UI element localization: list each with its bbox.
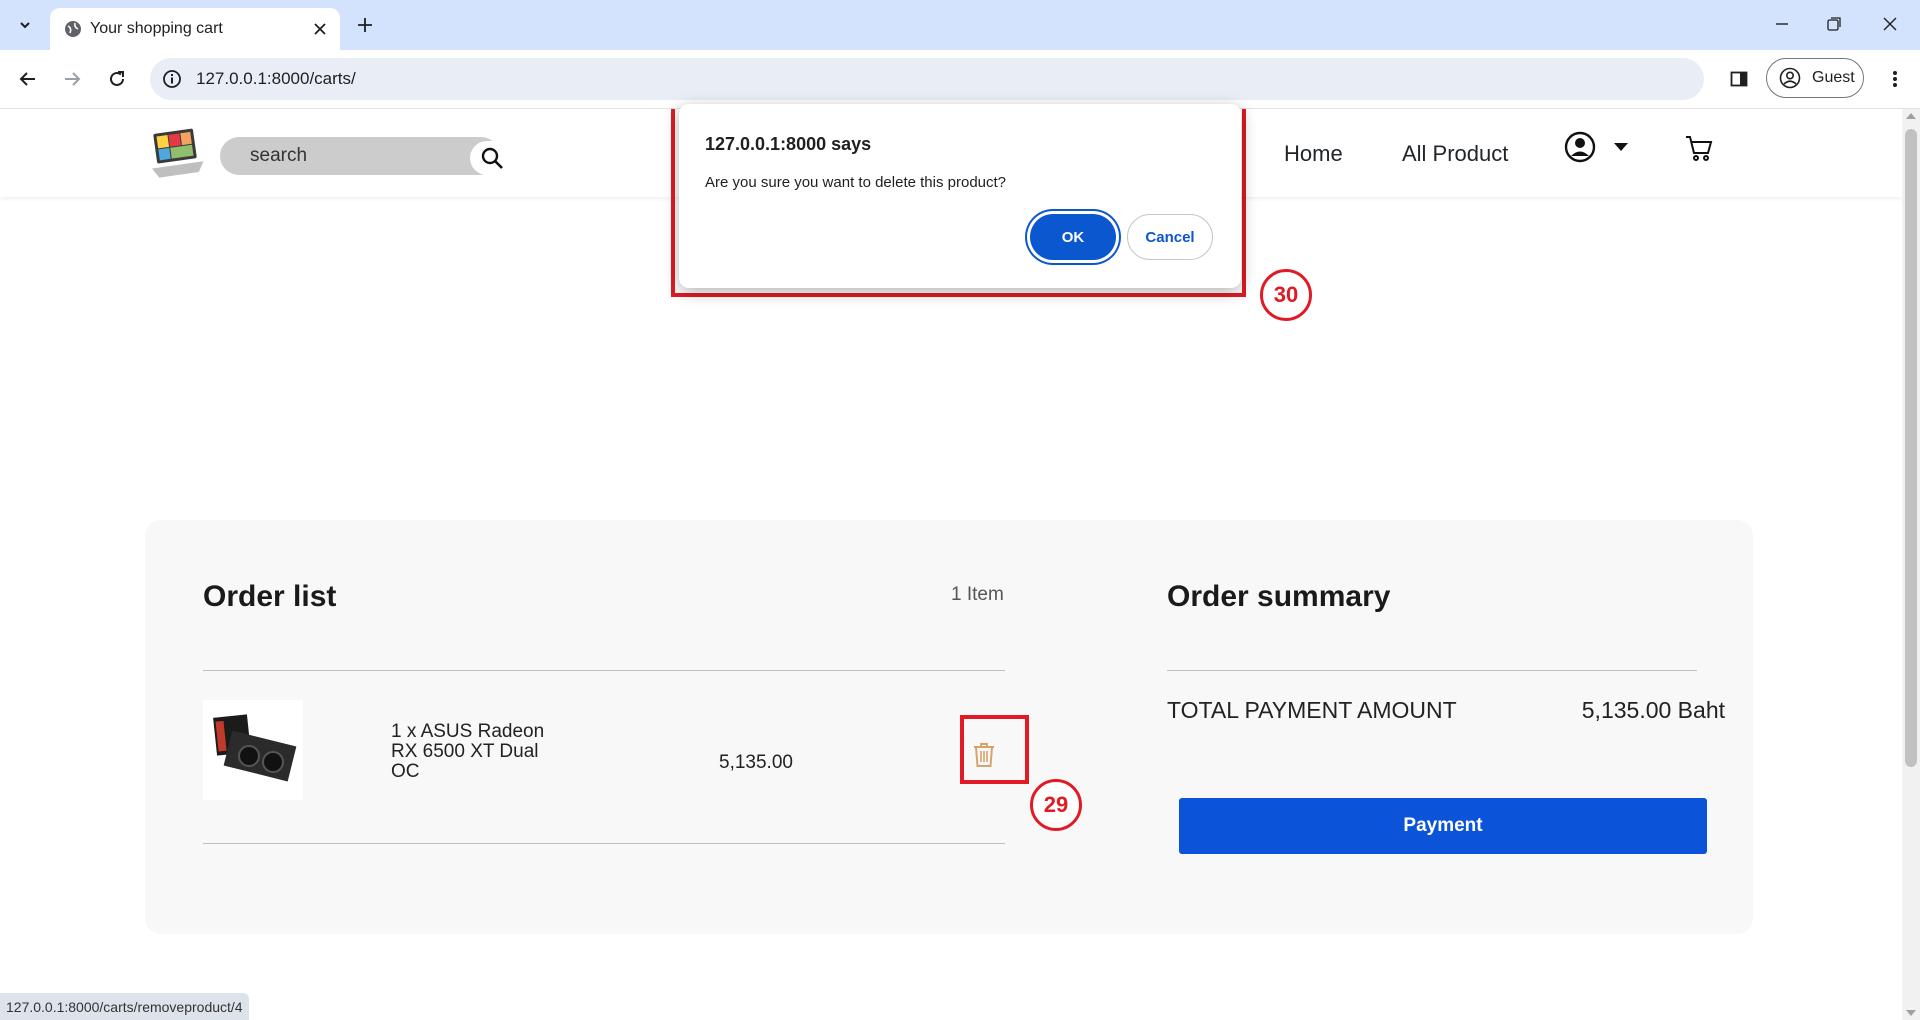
scroll-up-arrow[interactable] <box>1906 113 1916 119</box>
forward-button[interactable] <box>56 63 88 95</box>
annotation-badge-29: 29 <box>1030 779 1082 831</box>
order-list-title: Order list <box>203 580 337 613</box>
profile-label: Guest <box>1812 69 1855 86</box>
cart-icon[interactable] <box>1684 133 1714 163</box>
nav-home-link[interactable]: Home <box>1284 141 1343 167</box>
back-button[interactable] <box>12 63 44 95</box>
graphics-card-image <box>213 714 297 782</box>
annotation-badge-30: 30 <box>1260 269 1312 321</box>
caret-down-icon <box>1614 143 1628 151</box>
dialog-message: Are you sure you want to delete this pro… <box>705 174 1007 191</box>
reload-icon <box>110 71 124 86</box>
browser-toolbar: 127.0.0.1:8000/carts/ Guest <box>0 50 1920 109</box>
arrow-right-icon <box>65 72 81 86</box>
more-vertical-icon <box>1893 71 1897 87</box>
browser-tab[interactable]: Your shopping cart <box>50 8 340 50</box>
info-icon[interactable] <box>162 69 182 89</box>
reload-button[interactable] <box>101 63 133 95</box>
close-tab-button[interactable] <box>310 19 330 39</box>
dialog-title: 127.0.0.1:8000 says <box>705 134 872 154</box>
address-bar[interactable]: 127.0.0.1:8000/carts/ <box>150 58 1704 100</box>
product-image <box>203 700 303 800</box>
profile-button[interactable]: Guest <box>1766 58 1864 98</box>
order-summary-title: Order summary <box>1167 580 1391 613</box>
minimize-button[interactable] <box>1760 6 1804 42</box>
restore-icon <box>1827 17 1841 31</box>
divider <box>1167 670 1697 671</box>
close-icon <box>1883 17 1897 31</box>
browser-menu-button[interactable] <box>1880 64 1910 94</box>
search-input[interactable]: search <box>250 145 307 167</box>
minimize-icon <box>1776 23 1788 25</box>
laptop-logo-icon[interactable] <box>146 125 206 181</box>
dialog-cancel-button[interactable]: Cancel <box>1127 214 1213 260</box>
payment-button[interactable]: Payment <box>1179 798 1707 854</box>
account-circle-icon <box>1779 67 1801 89</box>
tab-strip: Your shopping cart <box>0 0 1920 50</box>
url-text[interactable]: 127.0.0.1:8000/carts/ <box>196 69 356 89</box>
confirm-dialog: 127.0.0.1:8000 says Are you sure you wan… <box>679 104 1241 288</box>
nav-all-product-link[interactable]: All Product <box>1402 141 1508 167</box>
search-icon <box>481 147 503 169</box>
side-panel-icon <box>1730 71 1748 87</box>
total-payment-value: 5,135.00 Baht <box>1581 697 1725 723</box>
user-menu-dropdown[interactable] <box>1564 131 1630 167</box>
new-tab-button[interactable] <box>352 12 378 38</box>
close-window-button[interactable] <box>1868 6 1912 42</box>
tab-search-button[interactable] <box>8 8 42 42</box>
annotation-box-trash <box>960 715 1029 784</box>
item-count: 1 Item <box>951 584 1004 605</box>
arrow-left-icon <box>19 72 35 86</box>
chevron-down-icon <box>20 22 30 29</box>
page-scrollbar[interactable] <box>1902 109 1920 1020</box>
search-button[interactable] <box>470 141 514 175</box>
divider <box>203 843 1005 844</box>
site-search-bar: search <box>220 137 514 175</box>
status-bar-url: 127.0.0.1:8000/carts/removeproduct/4 <box>0 993 249 1020</box>
product-price: 5,135.00 <box>719 752 793 773</box>
plus-icon <box>358 18 372 32</box>
scroll-thumb[interactable] <box>1905 129 1917 767</box>
scroll-down-arrow[interactable] <box>1906 1010 1916 1016</box>
restore-button[interactable] <box>1812 6 1856 42</box>
close-icon <box>314 23 326 35</box>
total-payment-label: TOTAL PAYMENT AMOUNT <box>1167 697 1457 723</box>
side-panel-button[interactable] <box>1724 64 1754 94</box>
dialog-ok-button[interactable]: OK <box>1030 214 1116 260</box>
globe-icon <box>65 21 81 37</box>
tab-title: Your shopping cart <box>90 20 223 37</box>
cart-card: Order list 1 Item 1 x ASUS Radeon RX 650… <box>145 520 1753 934</box>
product-name: 1 x ASUS Radeon RX 6500 XT Dual OC <box>391 721 545 782</box>
divider <box>203 670 1005 671</box>
user-circle-icon <box>1564 131 1596 163</box>
